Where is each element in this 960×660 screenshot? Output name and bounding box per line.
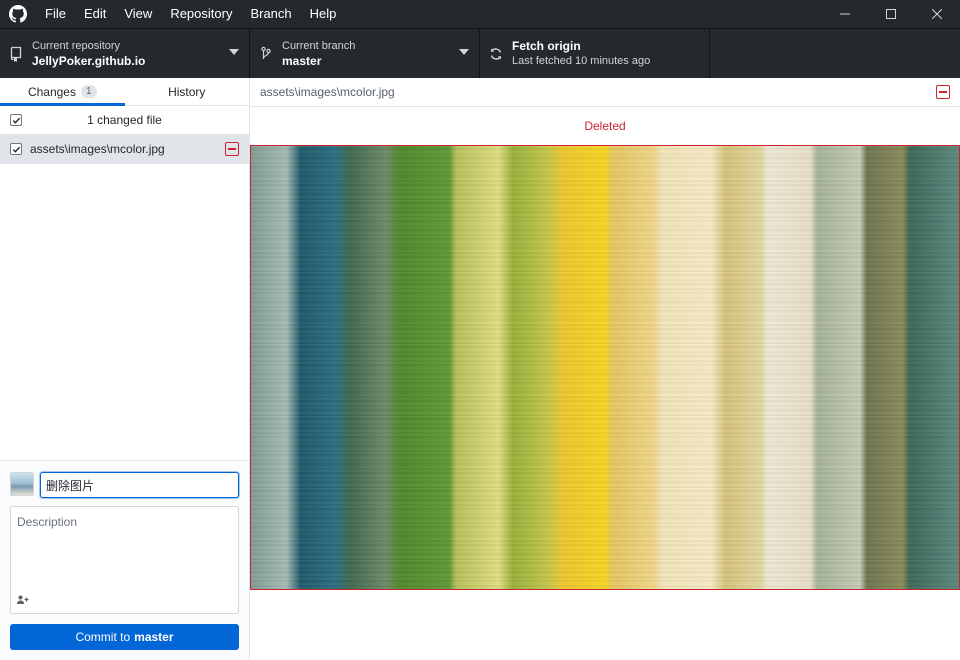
menu-bar: File Edit View Repository Branch Help [36,0,345,28]
checkmark-icon [12,146,20,153]
current-repository-name: JellyPoker.github.io [32,53,146,68]
menu-view[interactable]: View [115,0,161,28]
description-placeholder: Description [17,515,78,529]
current-branch-label: Current branch [282,39,356,52]
minimize-icon[interactable] [822,0,868,28]
file-include-checkbox[interactable] [10,143,22,155]
file-path: assets\images\mcolor.jpg [30,142,165,156]
fetch-origin-label: Fetch origin [512,38,581,53]
commit-button-branch: master [134,630,174,644]
menu-repository[interactable]: Repository [161,0,241,28]
window-controls [822,0,960,28]
github-logo-icon [0,0,36,28]
deleted-image-preview [250,145,960,590]
chevron-down-icon [229,49,239,55]
branch-icon [250,46,282,62]
diff-file-path: assets\images\mcolor.jpg [260,85,395,99]
file-list-item[interactable]: assets\images\mcolor.jpg [0,135,249,164]
select-all-checkbox[interactable] [10,114,22,126]
current-branch-name: master [282,53,322,68]
toolbar: Current repository JellyPoker.github.io … [0,28,960,78]
tab-changes[interactable]: Changes 1 [0,78,125,106]
close-icon[interactable] [914,0,960,28]
title-bar: File Edit View Repository Branch Help [0,0,960,28]
commit-button[interactable]: Commit to master [10,624,239,650]
menu-edit[interactable]: Edit [75,0,115,28]
repository-icon [0,46,32,62]
tab-history[interactable]: History [125,78,250,105]
add-coauthor-icon[interactable] [17,595,29,607]
menu-branch[interactable]: Branch [241,0,300,28]
sidebar-tabs: Changes 1 History [0,78,249,106]
file-deleted-icon [936,85,950,99]
menu-help[interactable]: Help [301,0,346,28]
changed-files-header: 1 changed file [0,106,249,135]
commit-button-label: Commit to [75,630,131,644]
tab-history-label: History [168,84,206,99]
sidebar: Changes 1 History 1 changed file assets\… [0,78,250,660]
tab-changes-label: Changes [27,84,76,99]
diff-file-header: assets\images\mcolor.jpg [250,78,960,107]
changed-files-count: 1 changed file [87,113,162,127]
chevron-down-icon [459,49,469,55]
maximize-icon[interactable] [868,0,914,28]
deleted-label: Deleted [584,119,626,133]
fetch-origin-button[interactable]: Fetch origin Last fetched 10 minutes ago [480,29,710,78]
menu-file[interactable]: File [36,0,75,28]
commit-summary-input[interactable]: 删除图片 [40,472,239,498]
current-repository-label: Current repository [32,39,121,52]
avatar [10,472,34,496]
checkmark-icon [12,117,20,124]
image-thumbnail [251,146,959,589]
last-fetched-text: Last fetched 10 minutes ago [512,54,651,67]
commit-description-input[interactable]: Description [10,506,239,614]
changes-count-badge: 1 [80,85,97,98]
commit-message-area: 删除图片 Description Commit to master [0,460,249,660]
diff-view: assets\images\mcolor.jpg Deleted [250,78,960,660]
file-deleted-icon [225,142,239,156]
current-branch-button[interactable]: Current branch master [250,29,480,78]
sync-icon [480,47,512,61]
current-repository-button[interactable]: Current repository JellyPoker.github.io [0,29,250,78]
